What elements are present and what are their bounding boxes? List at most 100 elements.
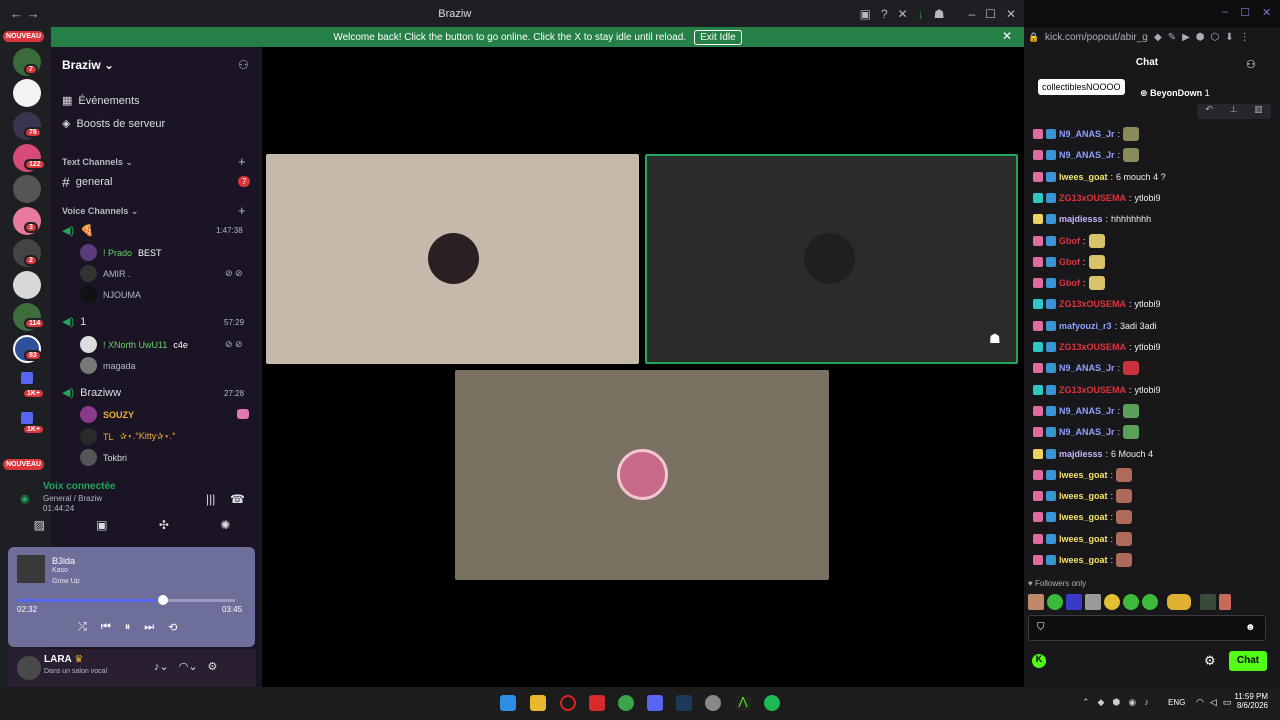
folder-icon[interactable] xyxy=(21,412,33,424)
emote-icon[interactable] xyxy=(1167,594,1191,610)
pin-icon[interactable]: ⊥ xyxy=(1230,104,1238,119)
voice-category[interactable]: Voice Channels ⌄ xyxy=(62,206,138,217)
headphones-icon[interactable]: ◠⌄ xyxy=(179,660,198,673)
chat-message[interactable]: mafyouzi_r3:3adi 3adi xyxy=(1033,317,1157,335)
chat-message[interactable]: N9_ANAS_Jr: xyxy=(1033,146,1140,164)
emote-icon[interactable] xyxy=(1142,594,1158,610)
chat-message[interactable]: N9_ANAS_Jr: xyxy=(1033,402,1140,420)
voice-user[interactable]: Tokbri xyxy=(80,449,127,466)
chat-message[interactable]: Gbof: xyxy=(1033,253,1105,271)
chat-username[interactable]: N9_ANAS_Jr xyxy=(1059,363,1115,373)
avatar[interactable] xyxy=(17,656,41,680)
minimize-icon[interactable]: – xyxy=(968,7,975,21)
chat-message[interactable]: lwees_goat: xyxy=(1033,466,1133,484)
emote-icon[interactable] xyxy=(1104,594,1120,610)
undo-icon[interactable]: ↶ xyxy=(1205,104,1213,119)
users-icon[interactable]: ⚇ xyxy=(1246,58,1256,71)
chat-username[interactable]: lwees_goat xyxy=(1059,491,1108,501)
chat-username[interactable]: majdiesss xyxy=(1059,214,1103,224)
chat-username[interactable]: Gbof xyxy=(1059,257,1080,267)
opera-icon[interactable] xyxy=(560,695,576,711)
chat-message[interactable]: N9_ANAS_Jr: xyxy=(1033,359,1140,377)
chat-message[interactable]: Gbof: xyxy=(1033,232,1105,250)
url-text[interactable]: kick.com/popout/abir_g xyxy=(1045,32,1148,43)
chat-message[interactable]: Gbof: xyxy=(1033,274,1105,292)
chat-message[interactable]: N9_ANAS_Jr: xyxy=(1033,125,1140,143)
voice-user[interactable]: AMIR . xyxy=(80,265,131,282)
chat-message[interactable]: N9_ANAS_Jr: xyxy=(1033,423,1140,441)
chat-settings-icon[interactable]: ⚙ xyxy=(1204,653,1216,669)
download-icon[interactable]: ↓ xyxy=(918,7,924,21)
minimize-icon[interactable]: – xyxy=(1222,6,1228,19)
camera-off-icon[interactable]: ▨ xyxy=(34,518,45,540)
voice-status-channel[interactable]: General / Braziw xyxy=(43,494,102,503)
language-indicator[interactable]: ENG xyxy=(1168,698,1185,707)
server-name-header[interactable]: Braziw ⌄ xyxy=(62,58,114,72)
chat-message[interactable]: lwees_goat:6 mouch 4 ? xyxy=(1033,168,1166,186)
chat-username[interactable]: lwees_goat xyxy=(1059,470,1108,480)
chat-username[interactable]: lwees_goat xyxy=(1059,534,1108,544)
emote-icon[interactable] xyxy=(1047,594,1063,610)
text-category[interactable]: Text Channels ⌄ xyxy=(62,157,133,168)
shuffle-icon[interactable]: ⤮ xyxy=(78,621,87,634)
chat-message[interactable]: majdiesss: hhhhhhhh xyxy=(1033,210,1151,228)
send-chat-button[interactable]: Chat xyxy=(1229,651,1267,671)
help-icon[interactable]: ? xyxy=(881,7,888,21)
spotify-icon[interactable] xyxy=(764,695,780,711)
screen-share-icon[interactable]: ▣ xyxy=(96,518,107,540)
pause-icon[interactable]: ⏸ xyxy=(125,621,131,634)
chat-username[interactable]: majdiesss xyxy=(1059,449,1103,459)
emote-icon[interactable] xyxy=(1219,594,1231,610)
add-text-channel-icon[interactable]: + xyxy=(238,154,246,169)
chat-message[interactable]: lwees_goat: xyxy=(1033,508,1133,526)
app-icon[interactable] xyxy=(705,695,721,711)
repeat-icon[interactable]: ⟲ xyxy=(168,621,177,634)
chat-username[interactable]: N9_ANAS_Jr xyxy=(1059,150,1115,160)
clock[interactable]: 11:59 PM 8/6/2026 xyxy=(1232,692,1268,710)
chat-username[interactable]: N9_ANAS_Jr xyxy=(1059,427,1115,437)
progress-handle[interactable] xyxy=(158,595,169,605)
pinned-user[interactable]: ⊛ BeyonDown 1 xyxy=(1140,88,1210,99)
chat-input[interactable]: ⛉ ☻ xyxy=(1028,615,1266,641)
emote-icon[interactable] xyxy=(1066,594,1082,610)
friends-icon[interactable]: ☗ xyxy=(934,7,945,21)
banner-close-icon[interactable]: ✕ xyxy=(1002,29,1012,43)
chrome-icon[interactable] xyxy=(618,695,634,711)
server-icon[interactable] xyxy=(13,271,41,299)
activities-icon[interactable]: ✣ xyxy=(159,518,169,540)
voice-channel[interactable]: ◀) Braziww xyxy=(62,386,121,400)
emote-icon[interactable] xyxy=(1085,594,1101,610)
chat-message[interactable]: ZG13xOUSEMA: ytlobi9 xyxy=(1033,338,1161,356)
close-icon[interactable]: ✕ xyxy=(1262,6,1271,19)
voice-user[interactable]: ! XNorth UwU11 c4e xyxy=(80,336,188,353)
close-icon[interactable]: ✕ xyxy=(1006,7,1016,21)
chat-message[interactable]: lwees_goat: xyxy=(1033,551,1133,569)
previous-icon[interactable]: ⏮ xyxy=(101,621,111,634)
chat-username[interactable]: ZG13xOUSEMA xyxy=(1059,385,1126,395)
folder-icon[interactable] xyxy=(21,372,33,384)
start-icon[interactable] xyxy=(500,695,516,711)
app-icon[interactable]: ⋀ xyxy=(735,695,751,711)
chat-username[interactable]: Gbof xyxy=(1059,236,1080,246)
chat-message[interactable]: ZG13xOUSEMA: ytlobi9 xyxy=(1033,189,1161,207)
chat-username[interactable]: lwees_goat xyxy=(1059,555,1108,565)
microphone-icon[interactable]: ♪⌄ xyxy=(154,660,169,673)
emote-icon[interactable] xyxy=(1200,594,1216,610)
voice-user[interactable]: magada xyxy=(80,357,136,374)
chat-username[interactable]: lwees_goat xyxy=(1059,512,1108,522)
exit-idle-button[interactable]: Exit Idle xyxy=(694,29,742,45)
extension-icons[interactable]: ◆✎▶⬢⬡⬇⋮ xyxy=(1154,32,1256,43)
progress-track[interactable] xyxy=(17,599,235,602)
trash-icon[interactable]: ▥ xyxy=(1254,104,1263,119)
tools-icon[interactable]: ✕ xyxy=(898,7,908,21)
events-item[interactable]: ▦ Événements xyxy=(62,94,140,108)
chat-username[interactable]: lwees_goat xyxy=(1059,172,1108,182)
server-icon[interactable] xyxy=(13,79,41,107)
chat-username[interactable]: Gbof xyxy=(1059,278,1080,288)
server-icon[interactable] xyxy=(13,175,41,203)
chat-username[interactable]: ZG13xOUSEMA xyxy=(1059,193,1126,203)
chat-message[interactable]: ZG13xOUSEMA: ytlobi9 xyxy=(1033,295,1161,313)
channel-general[interactable]: # general xyxy=(62,174,113,190)
chat-username[interactable]: N9_ANAS_Jr xyxy=(1059,406,1115,416)
discord-icon[interactable] xyxy=(647,695,663,711)
